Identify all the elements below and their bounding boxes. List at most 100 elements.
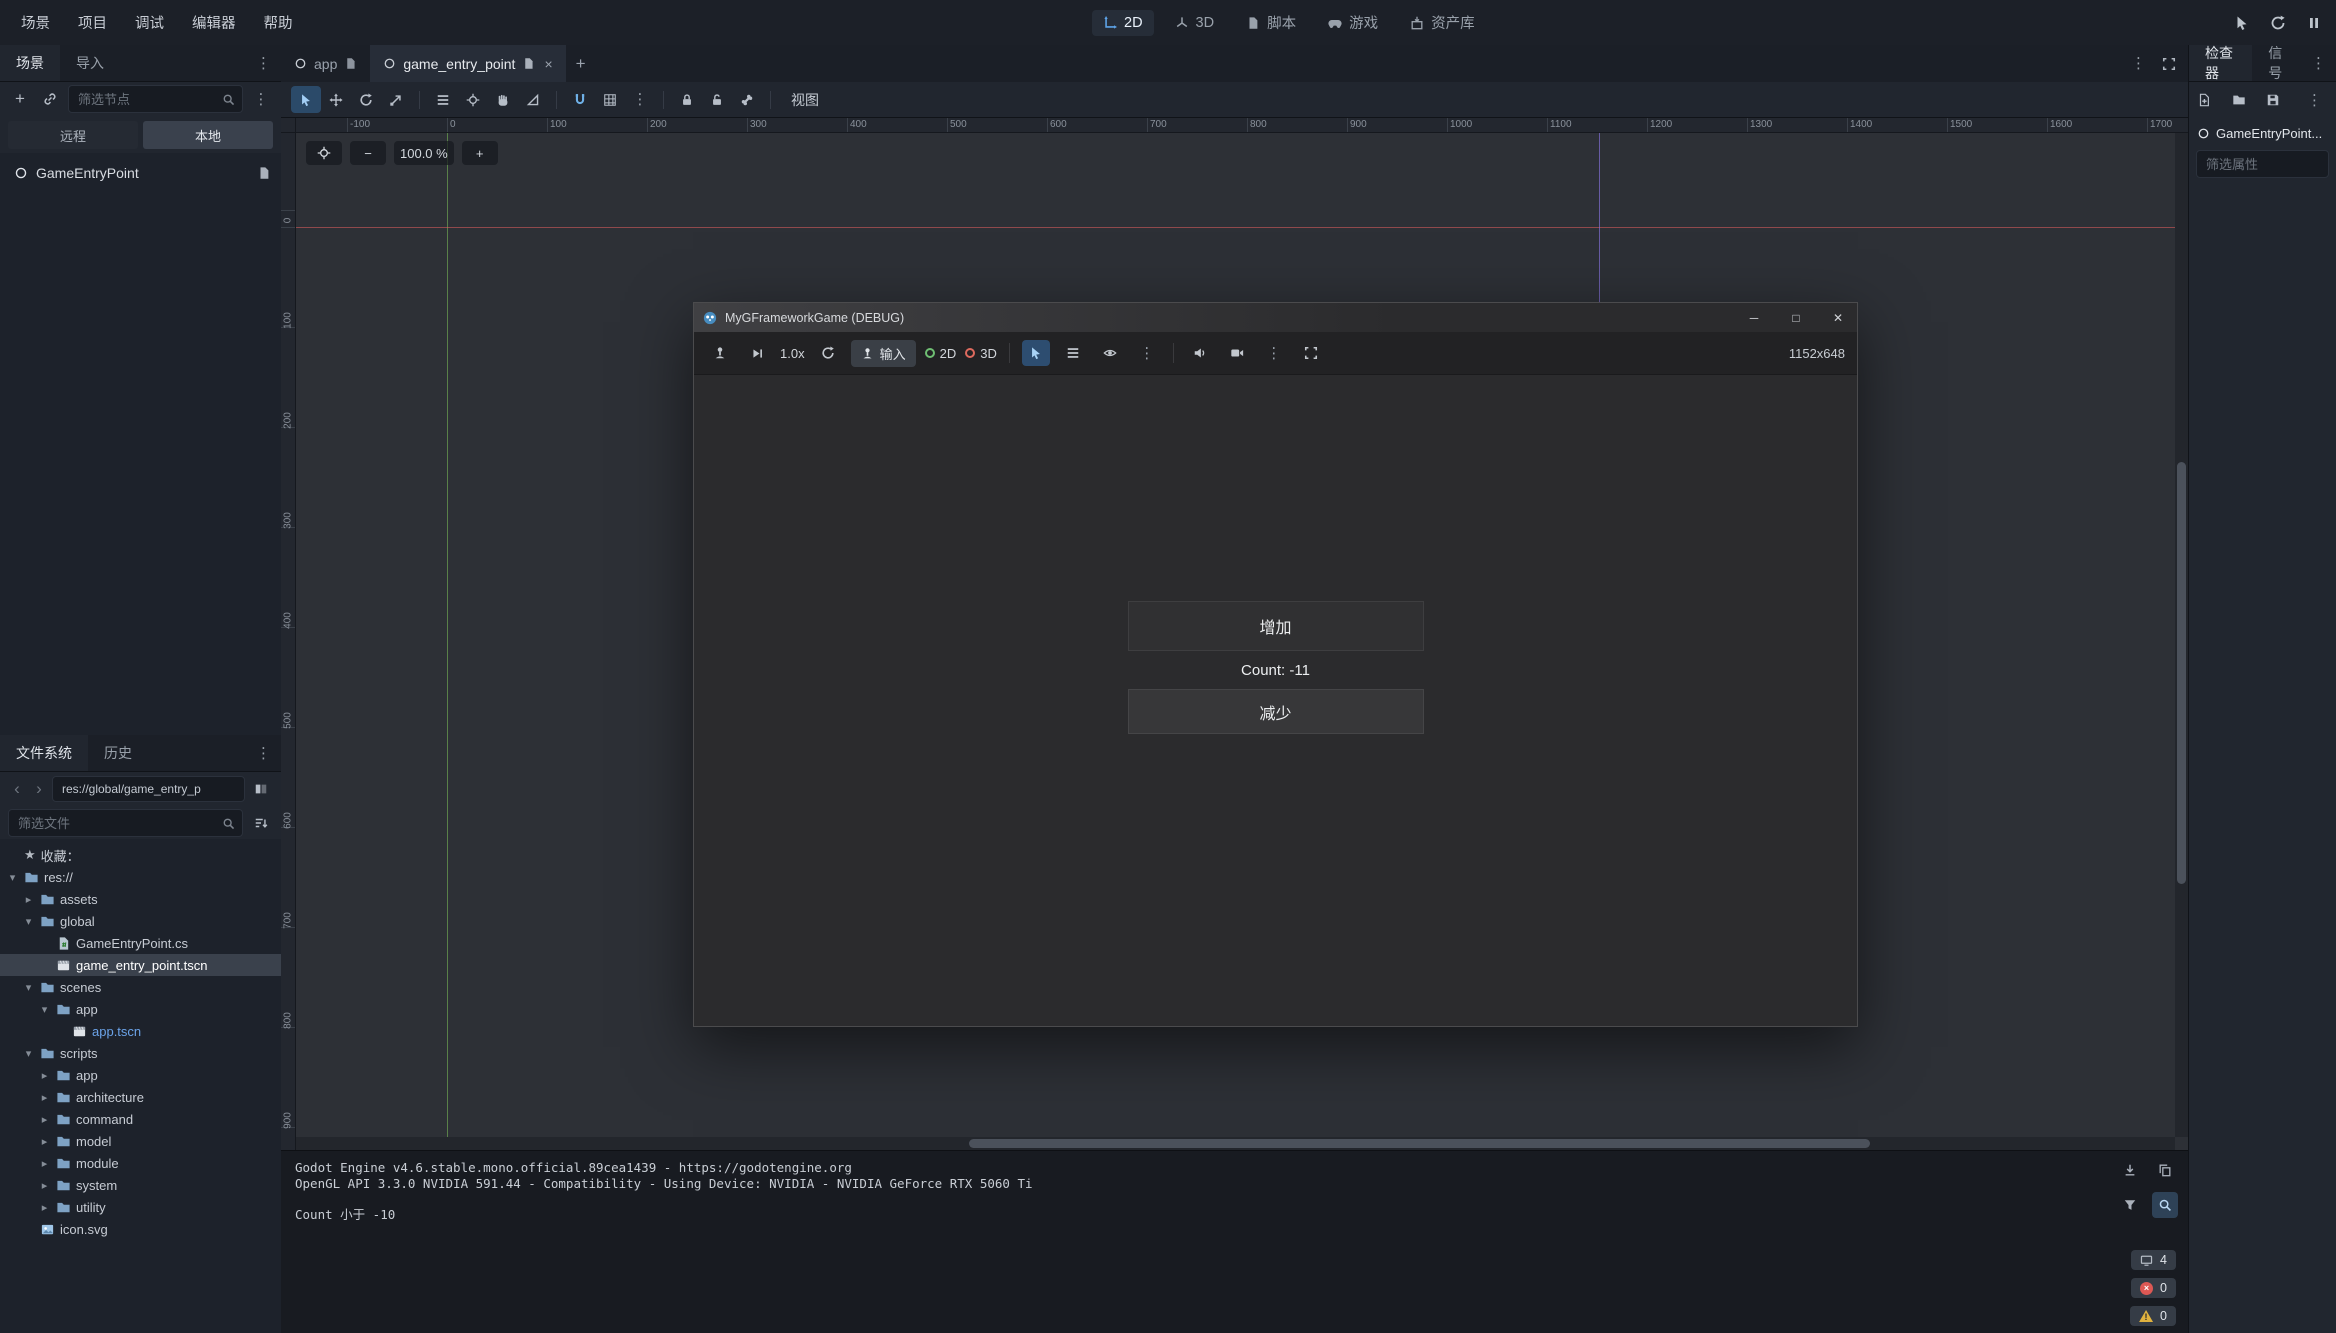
new-scene-tab-button[interactable]: + (566, 45, 596, 82)
view-menu-button[interactable]: 视图 (779, 86, 831, 114)
tab-import[interactable]: 导入 (60, 45, 120, 81)
select-tool-button[interactable] (291, 86, 321, 113)
select-mode-button[interactable] (1022, 340, 1050, 366)
split-view-icon[interactable] (249, 777, 273, 801)
selection-list-button[interactable] (428, 86, 458, 113)
zoom-level-label[interactable]: 100.0 % (394, 141, 454, 165)
joypad-icon[interactable] (706, 340, 734, 366)
2d-canvas[interactable]: − 100.0 % + MyGFrameworkGame (DEBUG) ─ □… (296, 133, 2188, 1150)
decrease-button[interactable]: 减少 (1128, 689, 1424, 734)
window-options-icon[interactable]: ⋮ (1260, 340, 1288, 366)
smart-snap-button[interactable] (565, 86, 595, 113)
camera-override-button[interactable] (1223, 340, 1251, 366)
file-tree-item[interactable]: ▸system (0, 1174, 281, 1196)
scene-tab-game-entry-point[interactable]: game_entry_point × (370, 45, 565, 82)
rotate-tool-button[interactable] (351, 86, 381, 113)
maximize-icon[interactable]: □ (1779, 303, 1813, 332)
dock-menu-icon[interactable]: ⋮ (250, 45, 281, 81)
game-window-titlebar[interactable]: MyGFrameworkGame (DEBUG) ─ □ ✕ (694, 303, 1857, 332)
menu-editor[interactable]: 编辑器 (179, 7, 249, 38)
file-tree-item[interactable]: icon.svg (0, 1218, 281, 1240)
scale-tool-button[interactable] (381, 86, 411, 113)
tab-inspector[interactable]: 检查器 (2189, 45, 2252, 81)
inspector-menu-icon[interactable]: ⋮ (2301, 93, 2328, 108)
search-log-icon[interactable] (2152, 1192, 2178, 1218)
vertical-scrollbar[interactable] (2175, 133, 2188, 1137)
horizontal-scrollbar[interactable] (296, 1137, 2175, 1150)
scene-tree-root-node[interactable]: GameEntryPoint (0, 159, 281, 186)
file-tree-item[interactable]: ▾app (0, 998, 281, 1020)
workspace-assetlib-button[interactable]: 资产库 (1399, 7, 1486, 38)
mode-3d-button[interactable]: 3D (965, 346, 997, 361)
tab-signals[interactable]: 信号 (2252, 45, 2305, 81)
new-resource-icon[interactable] (2197, 93, 2211, 107)
warning-count-badge[interactable]: ! 0 (2130, 1306, 2176, 1326)
next-frame-button[interactable] (743, 340, 771, 366)
back-icon[interactable]: ‹ (8, 778, 26, 800)
cursor-icon[interactable] (2234, 15, 2250, 31)
sort-files-icon[interactable] (249, 811, 273, 835)
node-list-button[interactable] (1059, 340, 1087, 366)
chevron-right-icon[interactable]: ▸ (22, 893, 35, 906)
forward-icon[interactable]: › (30, 778, 48, 800)
file-tree-item[interactable]: game_entry_point.tscn (0, 954, 281, 976)
pan-tool-button[interactable] (488, 86, 518, 113)
save-resource-icon[interactable] (2266, 93, 2280, 107)
center-view-icon[interactable] (306, 141, 342, 165)
file-tree-item[interactable]: ▸app (0, 1064, 281, 1086)
time-scale-label[interactable]: 1.0x (780, 346, 805, 361)
remote-button[interactable]: 远程 (8, 121, 138, 149)
scene-tab-app[interactable]: app (281, 45, 370, 82)
file-filter-input[interactable] (16, 815, 216, 832)
workspace-2d-button[interactable]: 2D (1092, 10, 1154, 36)
tab-filesystem[interactable]: 文件系统 (0, 735, 88, 771)
increase-button[interactable]: 增加 (1128, 601, 1424, 651)
menu-help[interactable]: 帮助 (251, 7, 306, 38)
inspected-node-row[interactable]: GameEntryPoint... (2189, 118, 2336, 148)
error-count-badge[interactable]: × 0 (2131, 1278, 2176, 1298)
file-tree-item[interactable]: GameEntryPoint.cs (0, 932, 281, 954)
distraction-free-icon[interactable] (2162, 57, 2176, 71)
close-icon[interactable]: ✕ (1821, 303, 1855, 332)
local-button[interactable]: 本地 (143, 121, 273, 149)
menu-project[interactable]: 项目 (65, 7, 120, 38)
more-options-icon[interactable]: ⋮ (1133, 340, 1161, 366)
reset-icon[interactable] (814, 340, 842, 366)
pivot-tool-button[interactable] (458, 86, 488, 113)
chevron-down-icon[interactable]: ▾ (38, 1003, 51, 1016)
file-tree-item[interactable]: ▾global (0, 910, 281, 932)
scene-tree-menu-icon[interactable]: ⋮ (249, 87, 273, 111)
file-tree-item[interactable]: ▾res:// (0, 866, 281, 888)
menu-debug[interactable]: 调试 (122, 7, 177, 38)
skeleton-options-button[interactable] (732, 86, 762, 113)
copy-icon[interactable] (2152, 1157, 2178, 1183)
file-tree-item[interactable]: ▸utility (0, 1196, 281, 1218)
zoom-in-button[interactable]: + (462, 141, 498, 165)
workspace-game-button[interactable]: 游戏 (1317, 7, 1389, 38)
scroll-to-bottom-icon[interactable] (2117, 1157, 2143, 1183)
tab-history[interactable]: 历史 (88, 735, 148, 771)
zoom-out-button[interactable]: − (350, 141, 386, 165)
file-tree-item[interactable]: ▸module (0, 1152, 281, 1174)
mode-2d-button[interactable]: 2D (925, 346, 957, 361)
load-resource-icon[interactable] (2232, 93, 2246, 107)
minimize-icon[interactable]: ─ (1737, 303, 1771, 332)
close-tab-icon[interactable]: × (544, 56, 552, 72)
fullscreen-icon[interactable] (1297, 340, 1325, 366)
filter-messages-icon[interactable] (2117, 1192, 2143, 1218)
reload-icon[interactable] (2270, 15, 2286, 31)
audio-toggle-button[interactable] (1186, 340, 1214, 366)
input-toggle-button[interactable]: 输入 (851, 340, 916, 367)
visibility-button[interactable] (1096, 340, 1124, 366)
dock-menu-icon[interactable]: ⋮ (2305, 45, 2336, 81)
pause-icon[interactable] (2306, 15, 2322, 31)
chevron-right-icon[interactable]: ▸ (38, 1157, 51, 1170)
file-tree-item[interactable]: app.tscn (0, 1020, 281, 1042)
instantiate-scene-icon[interactable] (38, 87, 62, 111)
workspace-script-button[interactable]: 脚本 (1235, 7, 1307, 38)
debugger-badge[interactable]: 4 (2131, 1250, 2176, 1270)
tab-list-icon[interactable]: ⋮ (2125, 56, 2152, 71)
workspace-3d-button[interactable]: 3D (1164, 10, 1226, 36)
add-node-button[interactable]: + (8, 87, 32, 111)
file-tree-item[interactable]: ▸model (0, 1130, 281, 1152)
